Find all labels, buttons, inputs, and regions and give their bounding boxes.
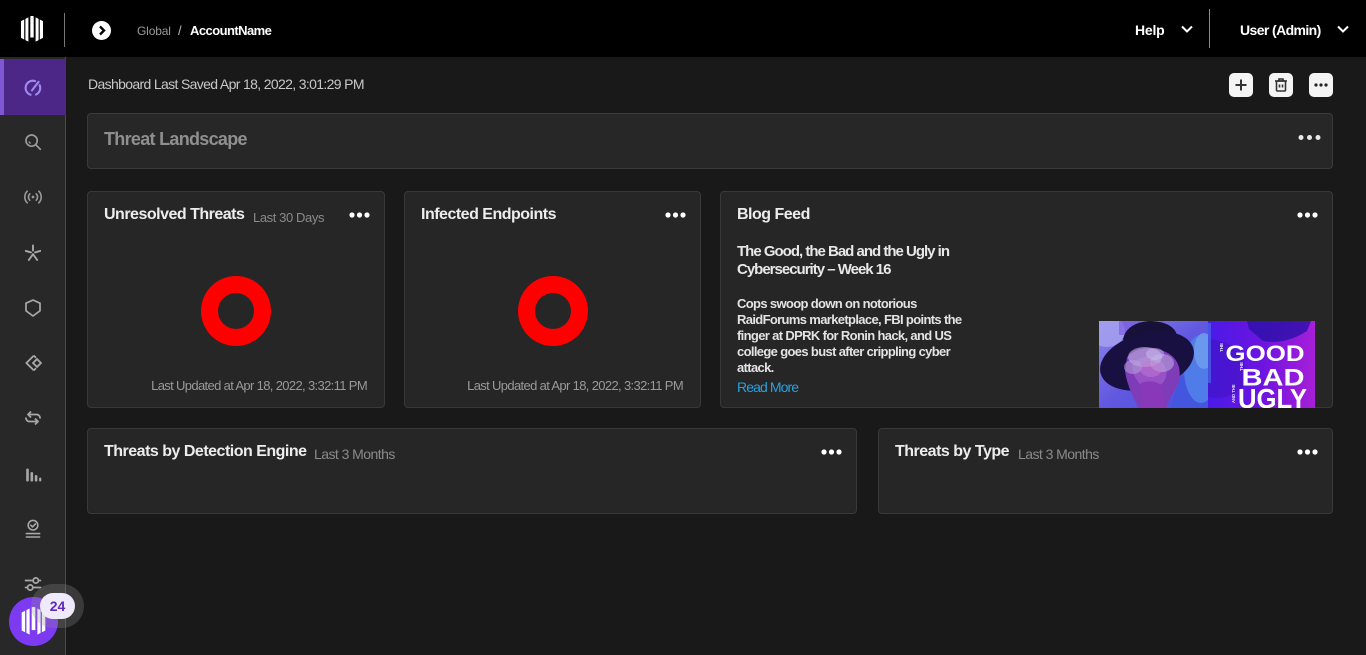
svg-text:THE: THE xyxy=(1239,362,1244,371)
svg-text:UGLY: UGLY xyxy=(1238,383,1307,408)
svg-text:AND THE: AND THE xyxy=(1231,384,1236,403)
svg-text:GOOD: GOOD xyxy=(1226,341,1305,366)
svg-text:THE: THE xyxy=(1219,343,1224,352)
